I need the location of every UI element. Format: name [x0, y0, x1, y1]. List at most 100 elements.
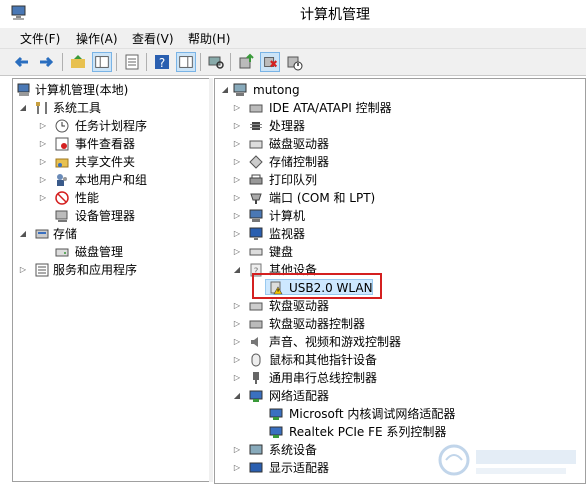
- device-label: 存储控制器: [269, 155, 330, 169]
- tree-item-event-viewer[interactable]: ▷ 事件查看器: [17, 135, 207, 153]
- up-folder-icon[interactable]: [68, 52, 88, 72]
- toolbar: ?: [0, 49, 586, 76]
- forward-icon[interactable]: [36, 52, 56, 72]
- tree-item-computer-management[interactable]: 计算机管理(本地): [17, 81, 207, 99]
- menu-action[interactable]: 操作(A): [76, 30, 118, 47]
- clock-icon: [55, 119, 69, 133]
- expand-arrow-icon[interactable]: ▷: [39, 135, 47, 153]
- system-device-icon: [249, 444, 263, 455]
- expand-arrow-icon[interactable]: ▷: [19, 261, 27, 279]
- expand-arrow-icon[interactable]: ▷: [233, 441, 241, 459]
- help-icon[interactable]: ?: [152, 52, 172, 72]
- action-pane-icon[interactable]: [176, 52, 196, 72]
- expand-arrow-icon[interactable]: ▷: [233, 225, 241, 243]
- menu-file[interactable]: 文件(F): [20, 30, 60, 47]
- device-category-print-queues[interactable]: ▷ 打印队列: [219, 171, 579, 189]
- disk-drive-icon: [249, 140, 263, 149]
- device-category-floppy-controllers[interactable]: ▷ 软盘驱动器控制器: [219, 315, 579, 333]
- tree-item-local-users[interactable]: ▷ 本地用户和组: [17, 171, 207, 189]
- scan-hardware-icon[interactable]: [206, 52, 226, 72]
- expand-arrow-icon[interactable]: ▷: [233, 171, 241, 189]
- device-category-disk-drives[interactable]: ▷ 磁盘驱动器: [219, 135, 579, 153]
- expand-arrow-icon[interactable]: ▷: [233, 189, 241, 207]
- menu-help[interactable]: 帮助(H): [188, 30, 230, 47]
- tree-item-label: 设备管理器: [75, 209, 136, 223]
- collapse-arrow-icon[interactable]: ◢: [233, 261, 241, 279]
- expand-arrow-icon[interactable]: ▷: [39, 189, 47, 207]
- device-category-storage-controllers[interactable]: ▷ 存储控制器: [219, 153, 579, 171]
- menu-view[interactable]: 查看(V): [132, 30, 174, 47]
- tree-item-shared-folders[interactable]: ▷ 共享文件夹: [17, 153, 207, 171]
- expand-arrow-icon[interactable]: ▷: [233, 243, 241, 261]
- device-label: 网络适配器: [269, 389, 330, 403]
- device-label: 软盘驱动器: [269, 299, 330, 313]
- collapse-arrow-icon[interactable]: ◢: [19, 225, 27, 243]
- device-category-computer[interactable]: ▷ 计算机: [219, 207, 579, 225]
- device-label: 显示适配器: [269, 461, 330, 475]
- printer-icon: [249, 174, 263, 185]
- tree-item-label: 服务和应用程序: [53, 263, 138, 277]
- device-category-ide[interactable]: ▷ IDE ATA/ATAPI 控制器: [219, 99, 579, 117]
- tree-item-task-scheduler[interactable]: ▷ 任务计划程序: [17, 117, 207, 135]
- expand-arrow-icon[interactable]: ▷: [233, 369, 241, 387]
- network-adapter-icon: [249, 390, 263, 402]
- device-microsoft-kernel-debug-adapter[interactable]: Microsoft 内核调试网络适配器: [219, 405, 579, 423]
- tree-item-device-manager[interactable]: 设备管理器: [17, 207, 207, 225]
- device-root-mutong[interactable]: ◢ mutong: [219, 81, 579, 99]
- computer-icon: [233, 83, 247, 96]
- collapse-arrow-icon[interactable]: ◢: [221, 81, 229, 99]
- device-label: 声音、视频和游戏控制器: [269, 335, 402, 349]
- device-category-floppy-drives[interactable]: ▷ 软盘驱动器: [219, 297, 579, 315]
- expand-arrow-icon[interactable]: ▷: [233, 351, 241, 369]
- tree-item-services-apps[interactable]: ▷ 服务和应用程序: [17, 261, 207, 279]
- back-icon[interactable]: [12, 52, 32, 72]
- device-category-keyboards[interactable]: ▷ 键盘: [219, 243, 579, 261]
- properties-icon[interactable]: [122, 52, 142, 72]
- console-tree-pane[interactable]: 计算机管理(本地) ◢ 系统工具 ▷ 任务计划程序 ▷ 事件查看器 ▷ 共享文件…: [12, 78, 210, 482]
- menu-bar: 文件(F) 操作(A) 查看(V) 帮助(H): [0, 28, 586, 49]
- expand-arrow-icon[interactable]: ▷: [233, 315, 241, 333]
- computer-icon: [249, 209, 263, 222]
- expand-arrow-icon[interactable]: ▷: [233, 207, 241, 225]
- device-category-sound[interactable]: ▷ 声音、视频和游戏控制器: [219, 333, 579, 351]
- disable-device-icon[interactable]: [284, 52, 304, 72]
- collapse-arrow-icon[interactable]: ◢: [233, 387, 241, 405]
- expand-arrow-icon[interactable]: ▷: [233, 153, 241, 171]
- tree-item-disk-management[interactable]: 磁盘管理: [17, 243, 207, 261]
- device-tree-pane[interactable]: ◢ mutong ▷ IDE ATA/ATAPI 控制器 ▷ 处理器 ▷ 磁盘驱…: [214, 78, 586, 484]
- device-category-mice[interactable]: ▷ 鼠标和其他指针设备: [219, 351, 579, 369]
- performance-icon: [55, 191, 69, 205]
- tree-item-storage[interactable]: ◢ 存储: [17, 225, 207, 243]
- device-label: 通用串行总线控制器: [269, 371, 378, 385]
- expand-arrow-icon[interactable]: ▷: [233, 297, 241, 315]
- expand-arrow-icon[interactable]: ▷: [233, 99, 241, 117]
- device-label: Realtek PCIe FE 系列控制器: [289, 425, 447, 439]
- expand-arrow-icon[interactable]: ▷: [233, 333, 241, 351]
- device-realtek-pcie-fe[interactable]: Realtek PCIe FE 系列控制器: [219, 423, 579, 441]
- show-tree-icon[interactable]: [92, 52, 112, 72]
- expand-arrow-icon[interactable]: ▷: [39, 153, 47, 171]
- expand-arrow-icon[interactable]: ▷: [233, 117, 241, 135]
- tree-item-performance[interactable]: ▷ 性能: [17, 189, 207, 207]
- expand-arrow-icon[interactable]: ▷: [233, 135, 241, 153]
- processor-icon: [250, 122, 262, 130]
- pane-splitter[interactable]: [209, 78, 213, 482]
- collapse-arrow-icon[interactable]: ◢: [19, 99, 27, 117]
- expand-arrow-icon[interactable]: ▷: [39, 171, 47, 189]
- expand-arrow-icon[interactable]: ▷: [233, 459, 241, 477]
- device-category-network-adapters[interactable]: ◢ 网络适配器: [219, 387, 579, 405]
- device-usb2-wlan[interactable]: USB2.0 WLAN: [219, 279, 419, 297]
- expand-arrow-icon[interactable]: ▷: [39, 117, 47, 135]
- device-category-usb[interactable]: ▷ 通用串行总线控制器: [219, 369, 579, 387]
- device-category-ports[interactable]: ▷ 端口 (COM 和 LPT): [219, 189, 579, 207]
- device-manager-icon: [55, 210, 68, 222]
- usb-icon: [253, 372, 259, 384]
- device-label: 计算机: [269, 209, 306, 223]
- device-category-monitors[interactable]: ▷ 监视器: [219, 225, 579, 243]
- tree-item-label: 磁盘管理: [75, 245, 124, 259]
- update-driver-icon[interactable]: [236, 52, 256, 72]
- uninstall-icon[interactable]: [260, 52, 280, 72]
- disk-management-icon: [55, 248, 69, 257]
- tree-item-system-tools[interactable]: ◢ 系统工具: [17, 99, 207, 117]
- device-category-processor[interactable]: ▷ 处理器: [219, 117, 579, 135]
